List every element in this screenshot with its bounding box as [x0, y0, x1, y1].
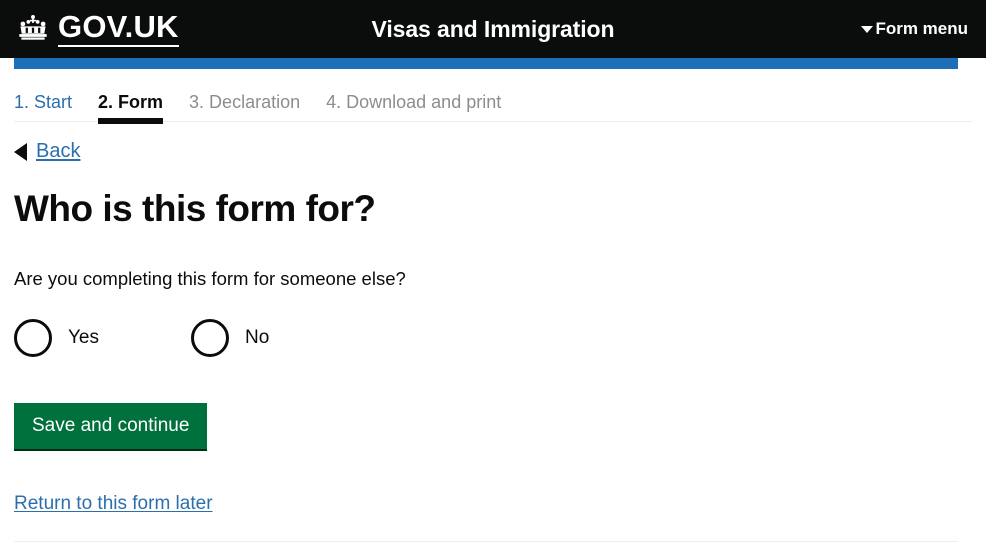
back-link[interactable]: Back: [14, 140, 80, 163]
accent-bar: [14, 58, 958, 69]
gov-uk-logo-text: GOV.UK: [58, 11, 179, 47]
back-link-label: Back: [36, 140, 81, 162]
radio-group: Yes No: [14, 318, 972, 357]
return-link-container: Return to this form later: [14, 449, 972, 515]
chevron-down-icon: [861, 25, 874, 33]
radio-circle-no[interactable]: [191, 318, 229, 357]
page-title: Who is this form for?: [14, 188, 376, 229]
step-navigation: 1. Start 2. Form 3. Declaration 4. Downl…: [14, 69, 972, 124]
form-menu-label: Form menu: [875, 19, 968, 38]
question-label: Are you completing this form for someone…: [14, 267, 406, 289]
radio-label-yes: Yes: [68, 326, 99, 348]
page-content: 1. Start 2. Form 3. Declaration 4. Downl…: [0, 69, 986, 515]
radio-label-no: No: [245, 326, 270, 348]
step-item-start[interactable]: 1. Start: [14, 93, 72, 121]
radio-circle-yes[interactable]: [14, 318, 52, 357]
form-menu-button[interactable]: Form menu: [861, 19, 968, 39]
step-item-form[interactable]: 2. Form: [98, 93, 164, 124]
return-to-form-later-link[interactable]: Return to this form later: [14, 493, 213, 515]
step-item-download-and-print: 4. Download and print: [326, 92, 502, 112]
step-item-declaration: 3. Declaration: [189, 92, 301, 112]
radio-option-no[interactable]: No: [191, 318, 270, 357]
accent-bar-container: [0, 58, 986, 69]
footer-divider: [14, 541, 958, 542]
radio-option-yes[interactable]: Yes: [14, 318, 99, 357]
save-and-continue-button[interactable]: Save and continue: [14, 402, 208, 449]
gov-uk-crown-icon: [14, 14, 52, 44]
save-button-container: Save and continue: [14, 357, 972, 449]
site-header: GOV.UK Visas and Immigration Form menu: [0, 0, 986, 58]
gov-uk-logo[interactable]: GOV.UK: [0, 11, 179, 47]
triangle-left-icon: [14, 142, 27, 161]
